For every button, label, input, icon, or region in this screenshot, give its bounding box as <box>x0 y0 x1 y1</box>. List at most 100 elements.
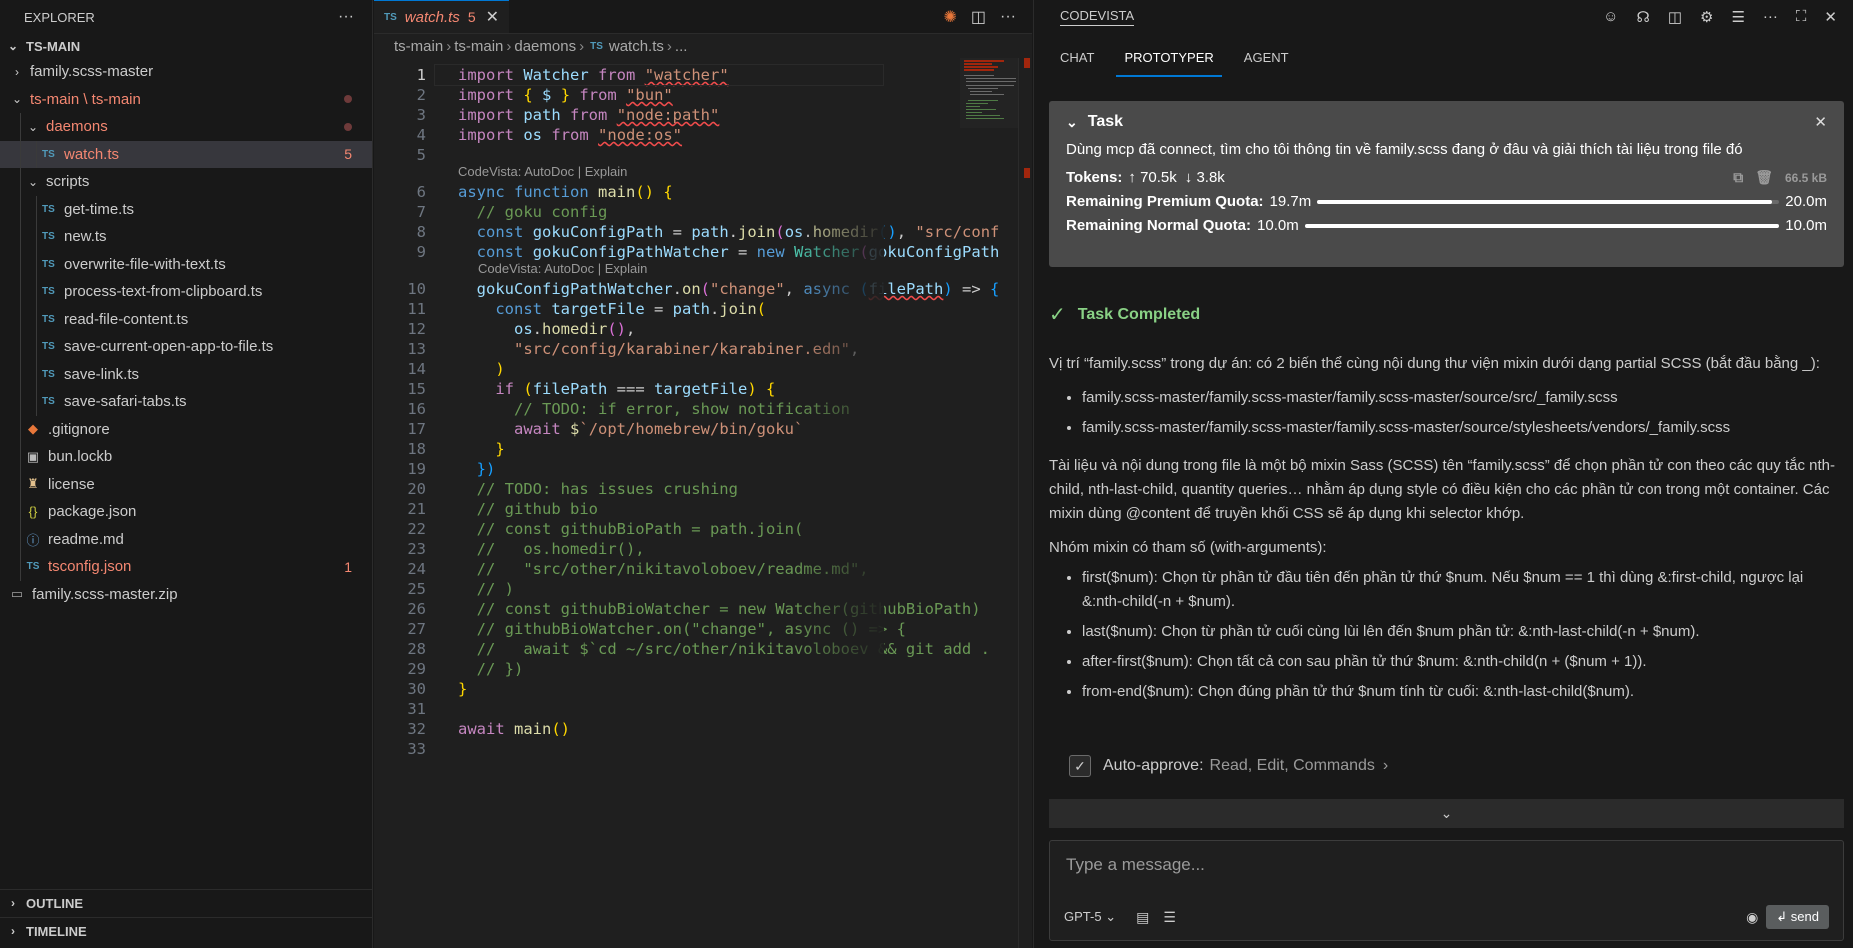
breadcrumb-item[interactable]: ts-main <box>394 38 443 55</box>
tab-agent[interactable]: AGENT <box>1244 36 1289 79</box>
codelens-autodoc[interactable]: CodeVista: AutoDoc | Explain <box>458 164 627 179</box>
line-number: 15 <box>407 380 426 398</box>
camera-icon[interactable]: ◉ <box>1746 909 1758 926</box>
indent-guide <box>20 360 21 388</box>
vertical-scrollbar[interactable] <box>1018 58 1032 948</box>
breadcrumb-item[interactable]: ... <box>675 38 688 55</box>
file-item[interactable]: {} package.json <box>0 498 372 526</box>
tab-problem-count: 5 <box>467 9 476 25</box>
chevron-down-icon[interactable]: ⌄ <box>1066 114 1078 131</box>
file-item[interactable]: ◆ .gitignore <box>0 415 372 443</box>
outline-section[interactable]: › OUTLINE <box>0 889 373 916</box>
tree-item-label: family.scss-master.zip <box>32 585 178 603</box>
file-item[interactable]: TS new.ts <box>0 223 372 251</box>
file-item[interactable]: ⓘ readme.md <box>0 525 372 553</box>
file-item[interactable]: TS watch.ts 5 <box>0 140 372 168</box>
table-icon[interactable]: ▤ <box>1136 909 1149 926</box>
model-selector[interactable]: GPT-5 ⌄ <box>1064 909 1116 925</box>
file-item[interactable]: TS process-text-from-clipboard.ts <box>0 278 372 306</box>
expand-bar[interactable]: ⌄ <box>1049 799 1844 828</box>
tree-item-label: ts-main \ ts-main <box>30 90 141 108</box>
file-item[interactable]: TS get-time.ts <box>0 195 372 223</box>
code-line: ) <box>495 360 505 378</box>
file-item[interactable]: ♜ license <box>0 470 372 498</box>
code-editor[interactable]: 1 2 3 4 5 6 7 8 9 10 11 12 13 14 15 16 17 18 19 20 21 22 23 24 2… <box>374 58 1032 948</box>
code-line: const targetFile = path.join( <box>495 300 767 318</box>
code-line: import os from "node:os" <box>458 126 683 144</box>
modified-dot <box>344 122 352 131</box>
close-task-icon[interactable]: ✕ <box>1814 113 1827 131</box>
timeline-section[interactable]: › TIMELINE <box>0 917 373 944</box>
file-item[interactable]: TS save-safari-tabs.ts <box>0 388 372 416</box>
minimap[interactable] <box>960 58 1018 128</box>
code-line: // os.homedir(), <box>476 540 645 558</box>
line-number: 31 <box>407 700 426 718</box>
tab-chat[interactable]: CHAT <box>1060 36 1094 79</box>
file-item[interactable]: TS overwrite-file-with-text.ts <box>0 250 372 278</box>
breadcrumb-item[interactable]: ts-main <box>454 38 503 55</box>
normal-quota-bar <box>1304 223 1780 228</box>
indent-guide <box>20 113 21 141</box>
copy-icon[interactable]: ⧉ <box>1733 169 1743 186</box>
more-actions-icon[interactable]: ··· <box>1763 8 1778 26</box>
line-number: 16 <box>407 400 426 418</box>
tab-watch-ts[interactable]: TS watch.ts 5 ✕ <box>374 0 510 33</box>
split-editor-icon[interactable]: ◫ <box>971 7 986 27</box>
current-line-highlight <box>434 64 884 86</box>
line-number: 26 <box>407 600 426 618</box>
list-item: from-end($num): Chọn đúng phần tử thứ $n… <box>1082 680 1839 704</box>
send-button[interactable]: ↲ send <box>1766 905 1829 929</box>
gear-icon[interactable]: ⚙ <box>1700 8 1713 26</box>
tree-item-label: package.json <box>48 503 137 521</box>
task-completed-label: Task Completed <box>1077 305 1201 323</box>
workspace-root[interactable]: ⌄ TS-MAIN <box>0 34 372 58</box>
problem-count-badge: 5 <box>344 146 352 163</box>
task-size: 66.5 kB <box>1784 170 1827 185</box>
code-line: if (filePath === targetFile) { <box>495 380 776 398</box>
file-item[interactable]: TS save-current-open-app-to-file.ts <box>0 333 372 361</box>
headset-icon[interactable]: ☊ <box>1636 8 1649 26</box>
chat-mode-tabs: CHAT PROTOTYPER AGENT <box>1034 34 1853 80</box>
message-input[interactable] <box>1066 855 1806 875</box>
file-item[interactable]: TS tsconfig.json 1 <box>0 553 372 581</box>
indent-guide <box>20 470 21 498</box>
more-actions-icon[interactable]: ··· <box>1000 8 1016 26</box>
breadcrumb-item[interactable]: watch.ts <box>609 38 664 55</box>
list-icon[interactable]: ☰ <box>1731 8 1744 26</box>
task-header[interactable]: ⌄ Task ✕ <box>1066 113 1827 131</box>
tree-item-label: license <box>48 475 95 493</box>
breadcrumb-item[interactable]: daemons <box>514 38 576 55</box>
tab-prototyper[interactable]: PROTOTYPER <box>1116 36 1223 79</box>
codelens-autodoc[interactable]: CodeVista: AutoDoc | Explain <box>478 261 647 276</box>
folder-item[interactable]: ⌄ daemons <box>0 113 372 141</box>
indent-guide <box>36 388 37 416</box>
trash-icon[interactable]: 🗑 <box>1755 169 1773 186</box>
file-item[interactable]: TS read-file-content.ts <box>0 305 372 333</box>
file-item[interactable]: ▭ family.scss-master.zip <box>0 581 372 609</box>
robot-icon[interactable]: ☺ <box>1603 8 1618 26</box>
line-number: 2 <box>416 86 426 104</box>
list-item: last($num): Chọn từ phần tử cuối cùng lù… <box>1082 620 1839 644</box>
folder-item[interactable]: ⌄ ts-main \ ts-main <box>0 86 372 114</box>
indent-guide <box>20 333 21 361</box>
folder-item[interactable]: ⌄ scripts <box>0 168 372 196</box>
close-tab-icon[interactable]: ✕ <box>486 7 499 27</box>
codevista-icon[interactable]: ✺ <box>943 7 956 27</box>
response-paragraph: Nhóm mixin có tham số (with-arguments): <box>1049 539 1327 556</box>
indent-guide <box>20 443 21 471</box>
more-actions-icon[interactable]: ··· <box>338 8 354 26</box>
tab-label: watch.ts <box>404 8 460 26</box>
line-number: 21 <box>407 500 426 518</box>
file-item[interactable]: TS save-link.ts <box>0 360 372 388</box>
panel-layout-icon[interactable]: ◫ <box>1668 8 1682 26</box>
list-icon[interactable]: ☰ <box>1163 909 1176 926</box>
code-line: }) <box>476 460 496 478</box>
indent-guide <box>20 278 21 306</box>
auto-approve-row[interactable]: ✓ Auto-approve: Read, Edit, Commands › <box>1069 755 1388 777</box>
model-name: GPT-5 <box>1064 909 1102 924</box>
auto-approve-checkbox[interactable]: ✓ <box>1069 755 1091 777</box>
file-item[interactable]: ▣ bun.lockb <box>0 443 372 471</box>
maximize-icon[interactable]: ⛶ <box>1796 8 1807 26</box>
close-icon[interactable]: ✕ <box>1824 8 1837 26</box>
folder-item[interactable]: › family.scss-master <box>0 58 372 86</box>
